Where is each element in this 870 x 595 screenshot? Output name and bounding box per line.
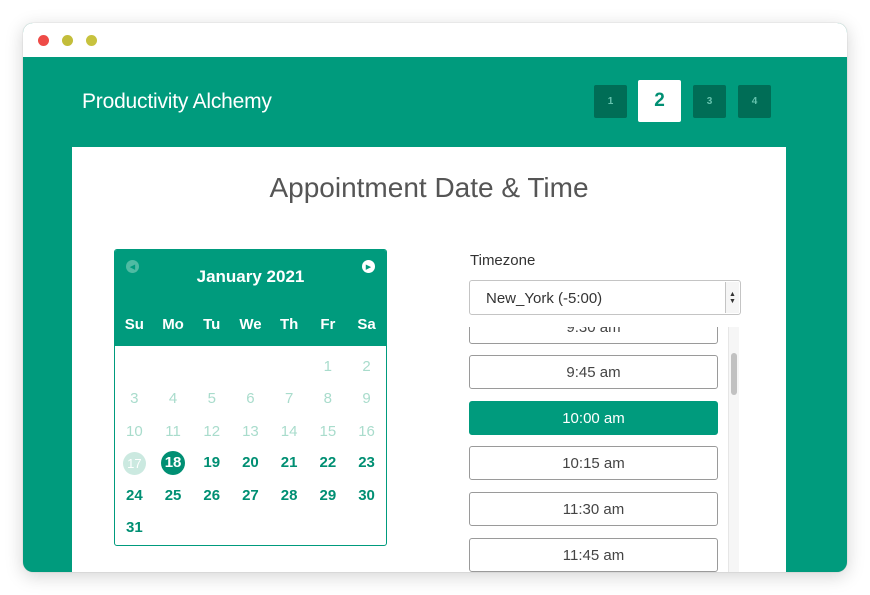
calendar-day-past: 16 (358, 423, 375, 440)
browser-window: Productivity Alchemy 1 2 3 4 Appointment… (23, 23, 847, 572)
calendar-day-past: 6 (246, 390, 255, 407)
calendar-day-available[interactable]: 19 (192, 454, 231, 471)
weekday-header: Th (279, 316, 299, 333)
weekday-header: Su (124, 316, 144, 333)
calendar-day-available[interactable]: 21 (270, 454, 309, 471)
calendar-day-available[interactable]: 27 (231, 487, 270, 504)
calendar-month-label: January 2021 (196, 267, 305, 286)
calendar-day-past: 7 (284, 390, 294, 407)
time-slot-list[interactable]: 9:30 am 9:45 am 10:00 am 10:15 am 11:30 … (469, 327, 741, 572)
weekday-header: Fr (320, 316, 336, 333)
calendar-day-available[interactable]: 30 (347, 487, 386, 504)
calendar-day-past: 8 (323, 390, 333, 407)
calendar-day-past: 11 (165, 423, 181, 440)
step-3[interactable]: 3 (693, 85, 726, 118)
calendar-day-available[interactable]: 24 (115, 487, 154, 504)
step-2-active[interactable]: 2 (638, 80, 681, 122)
calendar-day-past: 3 (130, 390, 139, 407)
calendar-day-past: 5 (207, 390, 216, 407)
time-slot-1015[interactable]: 10:15 am (469, 446, 718, 480)
calendar-day-past: 2 (362, 358, 371, 375)
chevron-right-icon[interactable]: ▶ (362, 260, 375, 273)
weekday-header: We (239, 316, 262, 333)
window-titlebar (23, 23, 847, 57)
scrollbar-thumb[interactable] (731, 353, 737, 395)
calendar-day-selected[interactable]: 18 (161, 451, 186, 475)
select-arrows-icon: ▲ ▼ (725, 282, 739, 313)
calendar-day-past: 13 (242, 423, 259, 440)
maximize-window-button[interactable] (86, 35, 97, 46)
calendar-day-past: 9 (362, 390, 371, 407)
step-1[interactable]: 1 (594, 85, 627, 118)
calendar-day-available[interactable]: 20 (231, 454, 270, 471)
calendar-day-available[interactable]: 23 (347, 454, 386, 471)
calendar-day-available[interactable]: 25 (154, 487, 193, 504)
weekday-header: Tu (203, 316, 221, 333)
close-window-button[interactable] (38, 35, 49, 46)
calendar-day-available[interactable]: 22 (309, 454, 348, 471)
calendar-day-available[interactable]: 31 (115, 519, 154, 536)
weekday-header: Sa (357, 316, 376, 333)
time-slot-1130[interactable]: 11:30 am (469, 492, 718, 526)
calendar-day-available[interactable]: 26 (192, 487, 231, 504)
timezone-select[interactable]: New_York (-5:00) ▲ ▼ (469, 280, 741, 315)
page-title: Appointment Date & Time (269, 172, 589, 203)
calendar-day-past: 4 (168, 390, 178, 407)
calendar-day-today: 17 (122, 452, 146, 475)
timezone-label: Timezone (470, 252, 536, 269)
time-slot-1000-selected[interactable]: 10:00 am (469, 401, 718, 435)
date-picker-calendar: ◀ January 2021 ▶ Su Mo Tu We Th Fr Sa 1 2 3 4 5 6 7 8 9… (114, 249, 387, 546)
time-slot-1145[interactable]: 11:45 am (469, 538, 718, 572)
calendar-day-past: 14 (280, 423, 298, 440)
brand-title: Productivity Alchemy (82, 90, 272, 113)
content-card: Appointment Date & Time ◀ January 2021 ▶… (72, 147, 786, 572)
time-slot-0930[interactable]: 9:30 am (469, 327, 718, 344)
calendar-day-past: 1 (323, 358, 333, 375)
step-4[interactable]: 4 (738, 85, 771, 118)
minimize-window-button[interactable] (62, 35, 73, 46)
weekday-header: Mo (162, 316, 184, 333)
calendar-day-available[interactable]: 29 (309, 487, 348, 504)
time-slot-0945[interactable]: 9:45 am (469, 355, 718, 389)
timezone-value: New_York (-5:00) (486, 290, 603, 307)
calendar-day-past: 12 (203, 423, 221, 440)
calendar-day-past: 15 (319, 423, 337, 440)
calendar-day-past: 10 (126, 423, 143, 440)
calendar-day-available[interactable]: 28 (270, 487, 309, 504)
